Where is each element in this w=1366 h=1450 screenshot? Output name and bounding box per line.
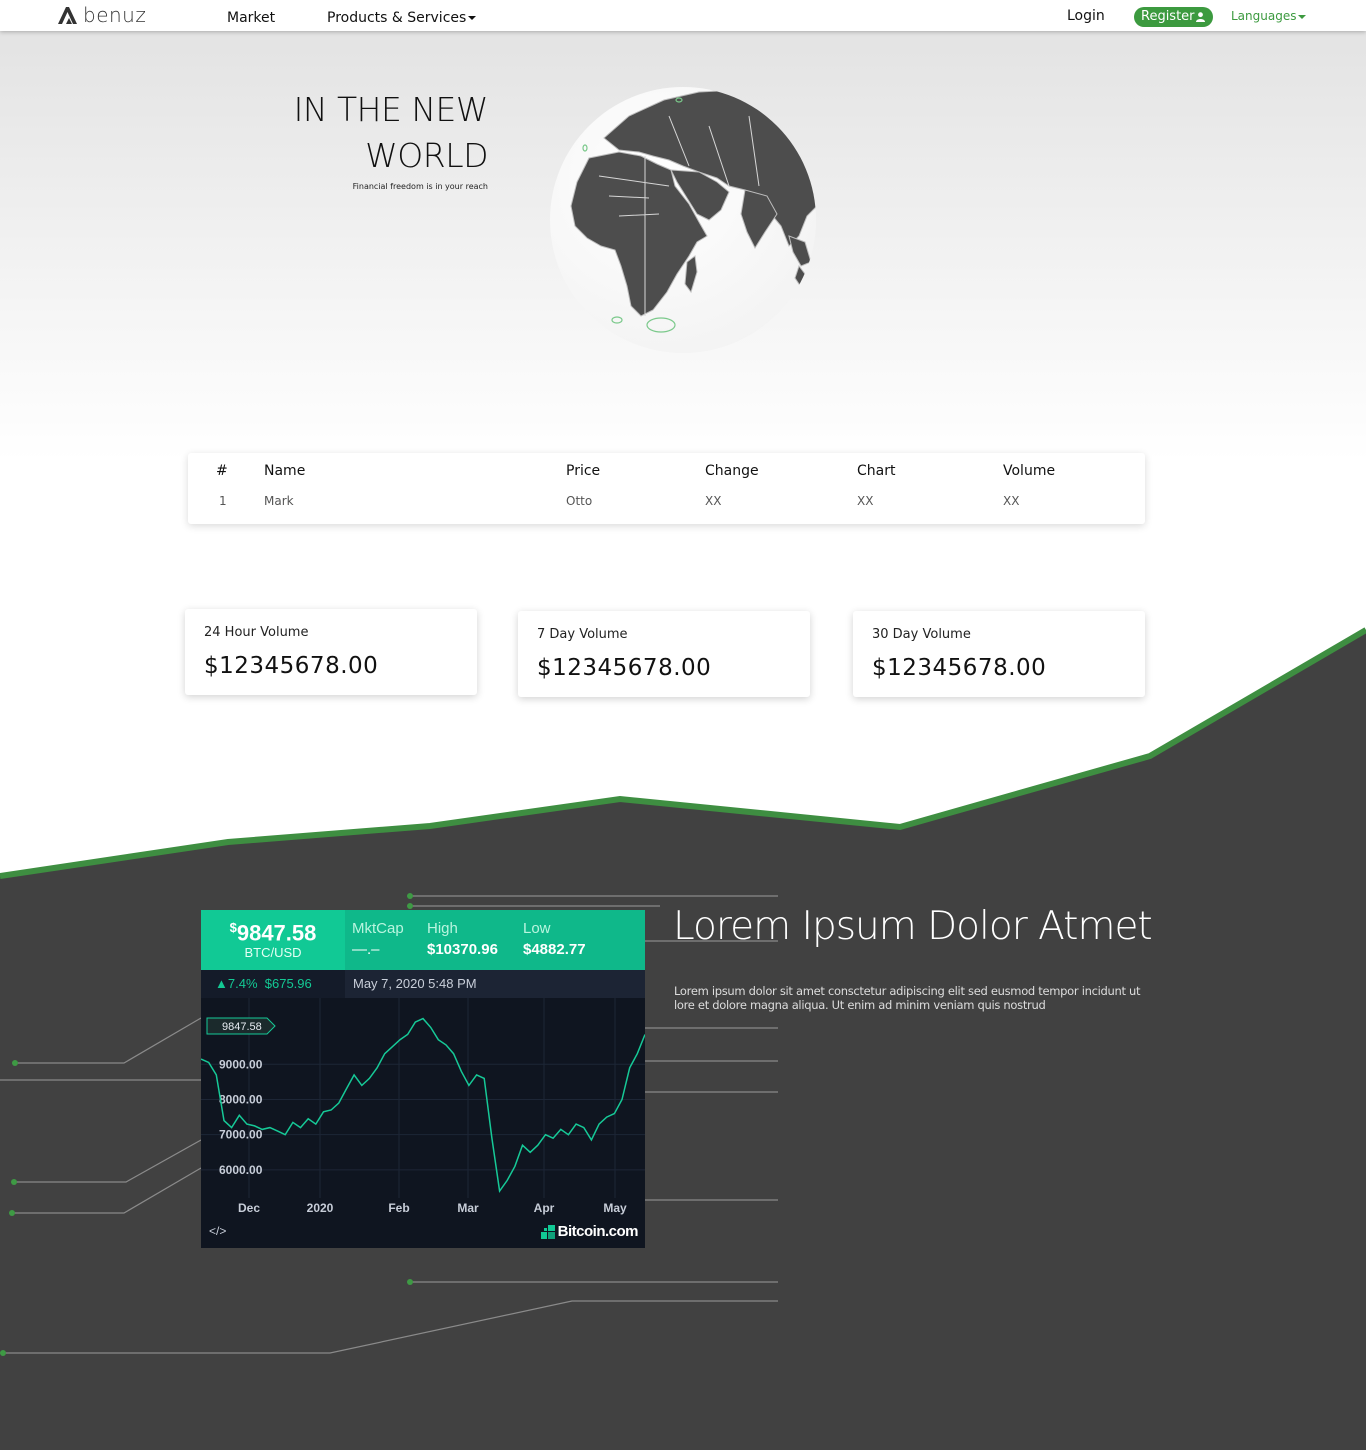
y-tick-label: 9000.00 bbox=[219, 1057, 263, 1071]
widget-high-value: $10370.96 bbox=[427, 941, 498, 958]
table-header-change: Change bbox=[705, 463, 759, 479]
globe-illustration bbox=[550, 87, 816, 353]
market-table: # Name Price Change Chart Volume 1 Mark … bbox=[188, 453, 1145, 524]
stat-value: $12345678.00 bbox=[872, 655, 1047, 681]
embed-code-icon[interactable]: </> bbox=[209, 1224, 226, 1238]
widget-currency: $ bbox=[229, 920, 237, 935]
widget-subheader: ▲7.4% $675.96 May 7, 2020 5:48 PM bbox=[201, 970, 645, 998]
bitcoin-com-logo[interactable]: Bitcoin.com bbox=[540, 1223, 639, 1240]
triangle-up-icon: ▲ bbox=[215, 976, 228, 991]
languages-label: Languages bbox=[1231, 9, 1297, 23]
table-header-volume: Volume bbox=[1003, 463, 1056, 479]
widget-footer: </> Bitcoin.com bbox=[201, 1218, 645, 1248]
widget-change-pct: 7.4% bbox=[227, 976, 258, 991]
stat-value: $12345678.00 bbox=[537, 655, 712, 681]
languages-dropdown[interactable]: Languages bbox=[1231, 9, 1307, 23]
chevron-down-icon bbox=[1298, 14, 1307, 19]
user-icon bbox=[1196, 12, 1205, 22]
nav-market[interactable]: Market bbox=[227, 10, 275, 26]
nav-login[interactable]: Login bbox=[1067, 8, 1105, 24]
widget-price-box: $9847.58 BTC/USD bbox=[201, 910, 345, 970]
y-tick-label: 8000.00 bbox=[219, 1092, 263, 1106]
brand-text: Bitcoin.com bbox=[557, 1223, 639, 1240]
widget-pair: BTC/USD bbox=[244, 945, 302, 960]
table-header-price: Price bbox=[566, 463, 601, 479]
widget-low-label: Low bbox=[523, 920, 551, 937]
stat-card-7d: 7 Day Volume $12345678.00 bbox=[518, 611, 810, 697]
table-cell-price: Otto bbox=[566, 494, 593, 508]
widget-mktcap-label: MktCap bbox=[352, 920, 404, 937]
x-tick-label: May bbox=[603, 1201, 627, 1215]
section-title: Lorem Ipsum Dolor Atmet bbox=[673, 904, 1153, 949]
table-cell-name: Mark bbox=[264, 494, 294, 508]
stat-card-24h: 24 Hour Volume $12345678.00 bbox=[185, 609, 477, 695]
logo[interactable]: benuz bbox=[57, 3, 146, 27]
y-tick-label: 7000.00 bbox=[219, 1128, 263, 1142]
hero-title-line1: IN THE NEW bbox=[293, 90, 489, 129]
table-cell-change: XX bbox=[705, 494, 722, 508]
widget-date: May 7, 2020 5:48 PM bbox=[353, 976, 477, 991]
logo-mark-icon bbox=[58, 7, 77, 24]
y-tick-label: 6000.00 bbox=[219, 1163, 263, 1177]
x-tick-label: Dec bbox=[238, 1201, 260, 1215]
stat-label: 24 Hour Volume bbox=[204, 625, 309, 640]
widget-change-abs: $675.96 bbox=[264, 976, 312, 991]
x-tick-label: Feb bbox=[388, 1201, 409, 1215]
widget-price: $9847.58 bbox=[201, 920, 345, 946]
stat-label: 7 Day Volume bbox=[537, 627, 628, 642]
table-cell-volume: XX bbox=[1003, 494, 1020, 508]
widget-header: $9847.58 BTC/USD MktCap —.– High $10370.… bbox=[201, 910, 645, 970]
widget-change: ▲7.4% $675.96 bbox=[215, 976, 312, 991]
x-tick-label: 2020 bbox=[307, 1201, 334, 1215]
nav-products-label: Products & Services bbox=[327, 10, 467, 26]
register-label: Register bbox=[1141, 9, 1195, 24]
price-tag-label: 9847.58 bbox=[222, 1021, 262, 1033]
widget-high-label: High bbox=[427, 920, 458, 937]
stat-label: 30 Day Volume bbox=[872, 627, 971, 642]
table-cell-chart: XX bbox=[857, 494, 874, 508]
bitcoin-com-icon bbox=[540, 1224, 555, 1239]
table-header-chart: Chart bbox=[857, 463, 896, 479]
hero-title: IN THE NEW WORLD bbox=[228, 87, 489, 179]
register-button[interactable]: Register bbox=[1134, 7, 1213, 27]
stat-card-30d: 30 Day Volume $12345678.00 bbox=[853, 611, 1145, 697]
chevron-down-icon bbox=[468, 16, 477, 20]
table-cell-index: 1 bbox=[219, 494, 227, 508]
price-line bbox=[201, 1017, 645, 1193]
btc-price-widget[interactable]: $9847.58 BTC/USD MktCap —.– High $10370.… bbox=[201, 910, 645, 1248]
hero-subtitle: Financial freedom is in your reach bbox=[352, 182, 488, 191]
logo-text: benuz bbox=[83, 3, 147, 27]
widget-mktcap-value: —.– bbox=[352, 941, 380, 958]
section-body: Lorem ipsum dolor sit amet consctetur ad… bbox=[674, 984, 1141, 1012]
hero-title-line2: WORLD bbox=[365, 136, 488, 175]
navbar: benuz Market Products & Services Login R… bbox=[0, 0, 1366, 31]
widget-price-value: 9847.58 bbox=[236, 920, 317, 946]
x-tick-label: Apr bbox=[534, 1201, 555, 1215]
nav-products-services[interactable]: Products & Services bbox=[327, 10, 477, 26]
widget-low-value: $4882.77 bbox=[523, 941, 586, 958]
stat-value: $12345678.00 bbox=[204, 653, 379, 679]
table-header-name: Name bbox=[264, 463, 306, 479]
table-header-index: # bbox=[216, 463, 228, 479]
btc-line-chart: 9000.00 8000.00 7000.00 6000.00 Dec 2020 Feb Ma… bbox=[201, 998, 645, 1215]
x-tick-label: Mar bbox=[457, 1201, 479, 1215]
